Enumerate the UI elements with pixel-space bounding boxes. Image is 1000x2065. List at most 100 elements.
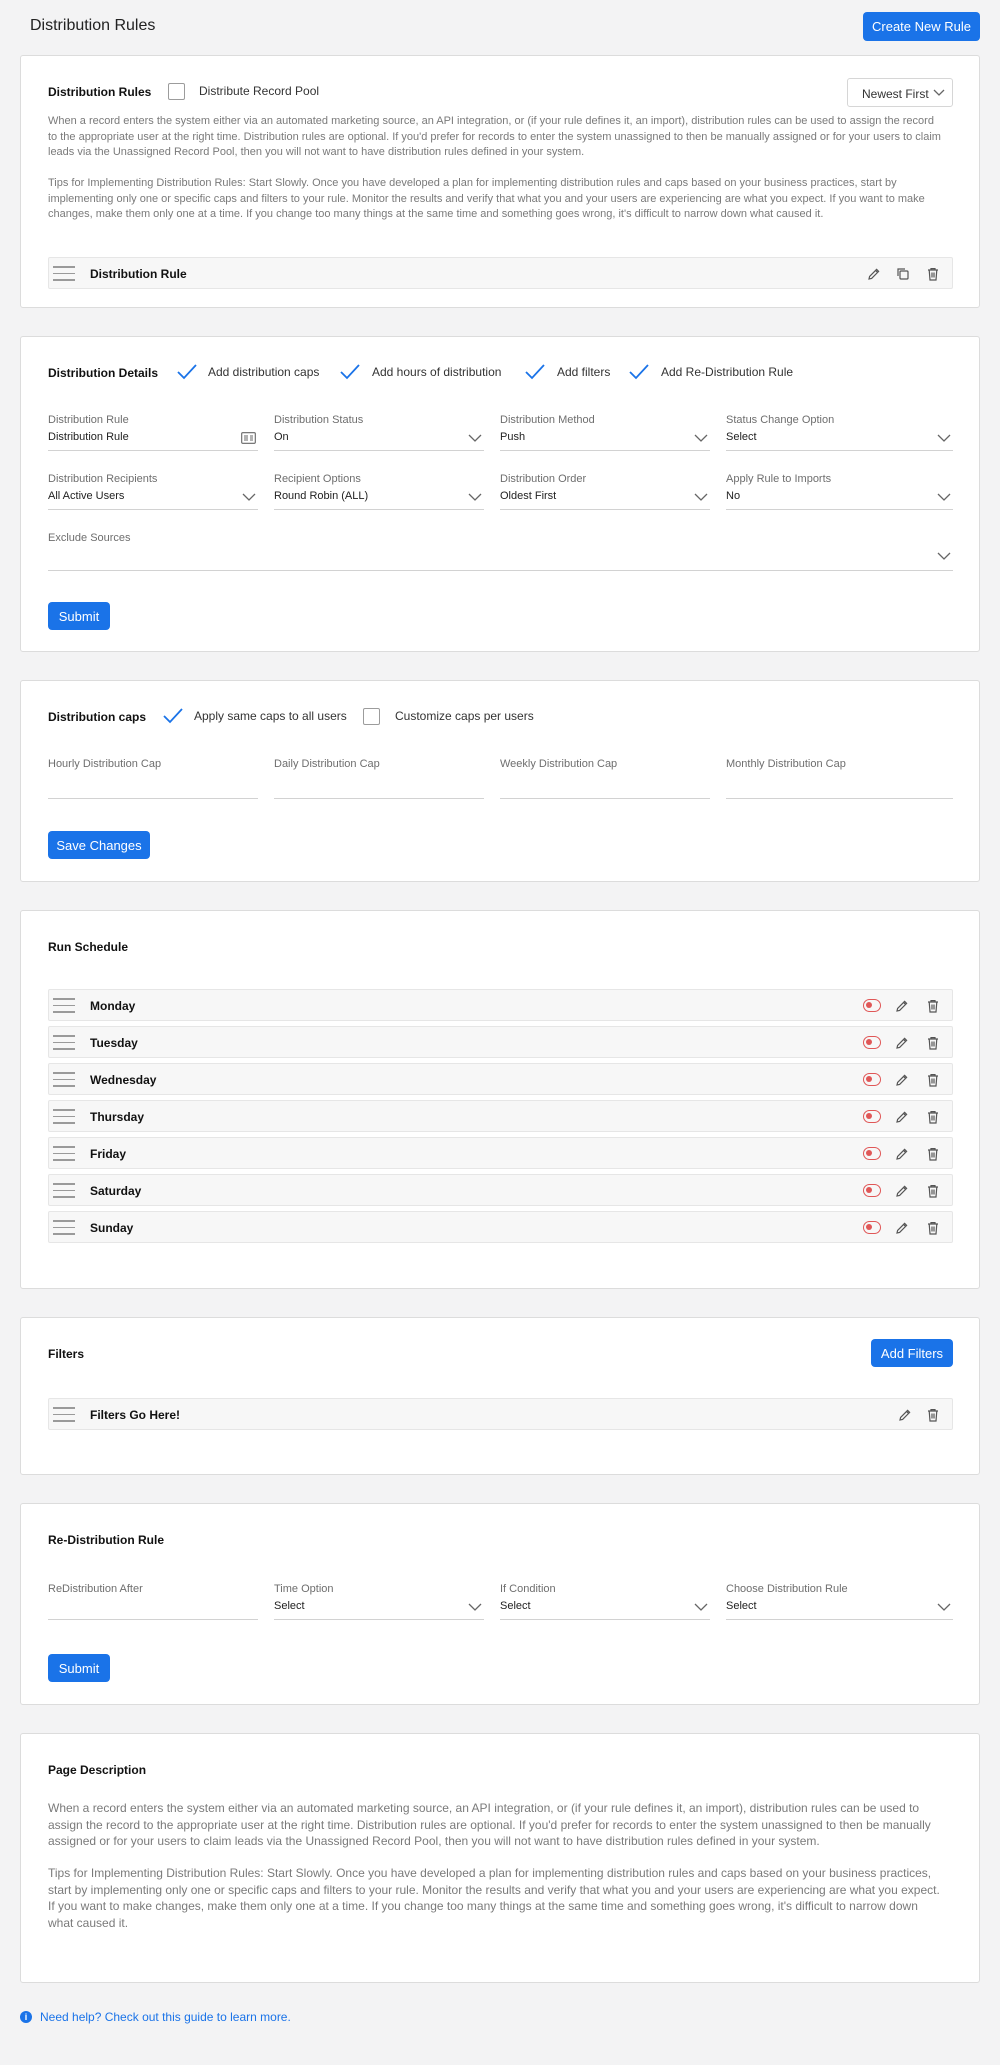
schedule-day-label: Wednesday [90, 1073, 157, 1087]
edit-pencil-icon[interactable] [897, 1407, 913, 1423]
redistribution-card-title: Re-Distribution Rule [48, 1533, 164, 1547]
schedule-day-label: Monday [90, 999, 136, 1013]
field-label: Choose Distribution Rule [726, 1583, 848, 1595]
filters-card: Filters Add Filters Filters Go Here! [20, 1317, 980, 1475]
chevron-down-icon [694, 1603, 708, 1611]
edit-pencil-icon[interactable] [894, 1183, 910, 1199]
caps-card-title: Distribution caps [48, 710, 147, 724]
distribute-record-pool-checkbox[interactable] [168, 83, 185, 100]
field-value: Select [726, 431, 757, 443]
distribution-rule-row[interactable]: Distribution Rule [48, 257, 953, 289]
trash-icon[interactable] [925, 1183, 941, 1199]
description-card-title: Page Description [48, 1763, 147, 1777]
schedule-toggle[interactable] [863, 1184, 881, 1197]
trash-icon[interactable] [925, 998, 941, 1014]
chevron-down-icon [937, 434, 951, 442]
field-label: Distribution Method [500, 414, 595, 426]
schedule-toggle[interactable] [863, 1036, 881, 1049]
field-label: Distribution Rule [48, 414, 129, 426]
trash-icon[interactable] [925, 1072, 941, 1088]
schedule-toggle[interactable] [863, 1221, 881, 1234]
drag-handle-icon[interactable] [53, 1072, 75, 1087]
chevron-down-icon [937, 493, 951, 501]
schedule-day-label: Thursday [90, 1110, 145, 1124]
edit-pencil-icon[interactable] [894, 1109, 910, 1125]
schedule-row[interactable]: Wednesday [48, 1063, 953, 1095]
checkmark-icon[interactable] [524, 363, 546, 381]
field-value: Select [500, 1600, 531, 1612]
schedule-row[interactable]: Monday [48, 989, 953, 1021]
field-label: Distribution Status [274, 414, 364, 426]
add-distribution-caps-label: Add distribution caps [208, 365, 320, 379]
sort-order-value: Newest First [862, 87, 929, 101]
checkmark-icon[interactable] [339, 363, 361, 381]
add-filters-label: Add filters [557, 365, 611, 379]
drag-handle-icon[interactable] [53, 1146, 75, 1161]
checkmark-icon[interactable] [162, 707, 184, 725]
drag-handle-icon[interactable] [53, 998, 75, 1013]
drag-handle-icon[interactable] [53, 1183, 75, 1198]
customize-caps-checkbox[interactable] [363, 708, 380, 725]
field-label: Distribution Recipients [48, 473, 158, 485]
trash-icon[interactable] [925, 1035, 941, 1051]
page-header: Distribution Rules Create New Rule [0, 0, 1000, 54]
checkmark-icon[interactable] [628, 363, 650, 381]
field-value: No [726, 490, 741, 502]
field-label: If Condition [500, 1583, 556, 1595]
drag-handle-icon[interactable] [53, 1407, 75, 1422]
create-new-rule-button[interactable]: Create New Rule [863, 12, 980, 41]
edit-pencil-icon[interactable] [894, 1072, 910, 1088]
schedule-toggle[interactable] [863, 1110, 881, 1123]
drag-handle-icon[interactable] [53, 1220, 75, 1235]
schedule-row[interactable]: Tuesday [48, 1026, 953, 1058]
rules-tips: Tips for Implementing Distribution Rules… [48, 177, 925, 220]
trash-icon[interactable] [925, 266, 941, 282]
schedule-day-label: Friday [90, 1147, 127, 1161]
schedule-row[interactable]: Friday [48, 1137, 953, 1169]
distribution-details-card: Distribution Details Add distribution ca… [20, 336, 980, 652]
details-submit-button[interactable]: Submit [48, 602, 110, 630]
filters-card-title: Filters [48, 1347, 85, 1361]
schedule-row[interactable]: Sunday [48, 1211, 953, 1243]
edit-pencil-icon[interactable] [866, 266, 882, 282]
drag-handle-icon[interactable] [53, 266, 75, 281]
edit-pencil-icon[interactable] [894, 1220, 910, 1236]
drag-handle-icon[interactable] [53, 1035, 75, 1050]
help-link[interactable]: i Need help? Check out this guide to lea… [20, 2010, 291, 2024]
page-title: Distribution Rules [30, 17, 156, 34]
distribution-rules-card: Distribution Rules Distribute Record Poo… [20, 55, 980, 308]
trash-icon[interactable] [925, 1109, 941, 1125]
add-filters-button[interactable]: Add Filters [871, 1339, 953, 1367]
redistribution-submit-button[interactable]: Submit [48, 1654, 110, 1682]
filter-row-label: Filters Go Here! [90, 1408, 181, 1422]
field-label: Time Option [274, 1583, 334, 1595]
chevron-down-icon [468, 434, 482, 442]
chevron-down-icon [933, 89, 945, 96]
trash-icon[interactable] [925, 1146, 941, 1162]
help-link-text[interactable]: Need help? Check out this guide to learn… [40, 2010, 291, 2024]
info-icon: i [20, 2011, 32, 2023]
field-label: Exclude Sources [48, 532, 131, 544]
edit-pencil-icon[interactable] [894, 998, 910, 1014]
edit-pencil-icon[interactable] [894, 1035, 910, 1051]
trash-icon[interactable] [925, 1407, 941, 1423]
chevron-down-icon [468, 1603, 482, 1611]
duplicate-icon[interactable] [895, 266, 911, 282]
field-label: Daily Distribution Cap [274, 758, 380, 770]
redistribution-rule-card: Re-Distribution Rule ReDistribution Afte… [20, 1503, 980, 1705]
sort-order-select[interactable]: Newest First [847, 78, 953, 107]
schedule-toggle[interactable] [863, 1147, 881, 1160]
trash-icon[interactable] [925, 1220, 941, 1236]
schedule-toggle[interactable] [863, 1073, 881, 1086]
schedule-row[interactable]: Saturday [48, 1174, 953, 1206]
filter-row[interactable]: Filters Go Here! [48, 1398, 953, 1430]
save-caps-button[interactable]: Save Changes [48, 831, 150, 859]
field-value: Round Robin (ALL) [274, 490, 369, 502]
checkmark-icon[interactable] [176, 363, 198, 381]
edit-pencil-icon[interactable] [894, 1146, 910, 1162]
drag-handle-icon[interactable] [53, 1109, 75, 1124]
field-label: Weekly Distribution Cap [500, 758, 618, 770]
schedule-toggle[interactable] [863, 999, 881, 1012]
schedule-row[interactable]: Thursday [48, 1100, 953, 1132]
description-paragraph-1: When a record enters the system either v… [48, 1801, 931, 1848]
